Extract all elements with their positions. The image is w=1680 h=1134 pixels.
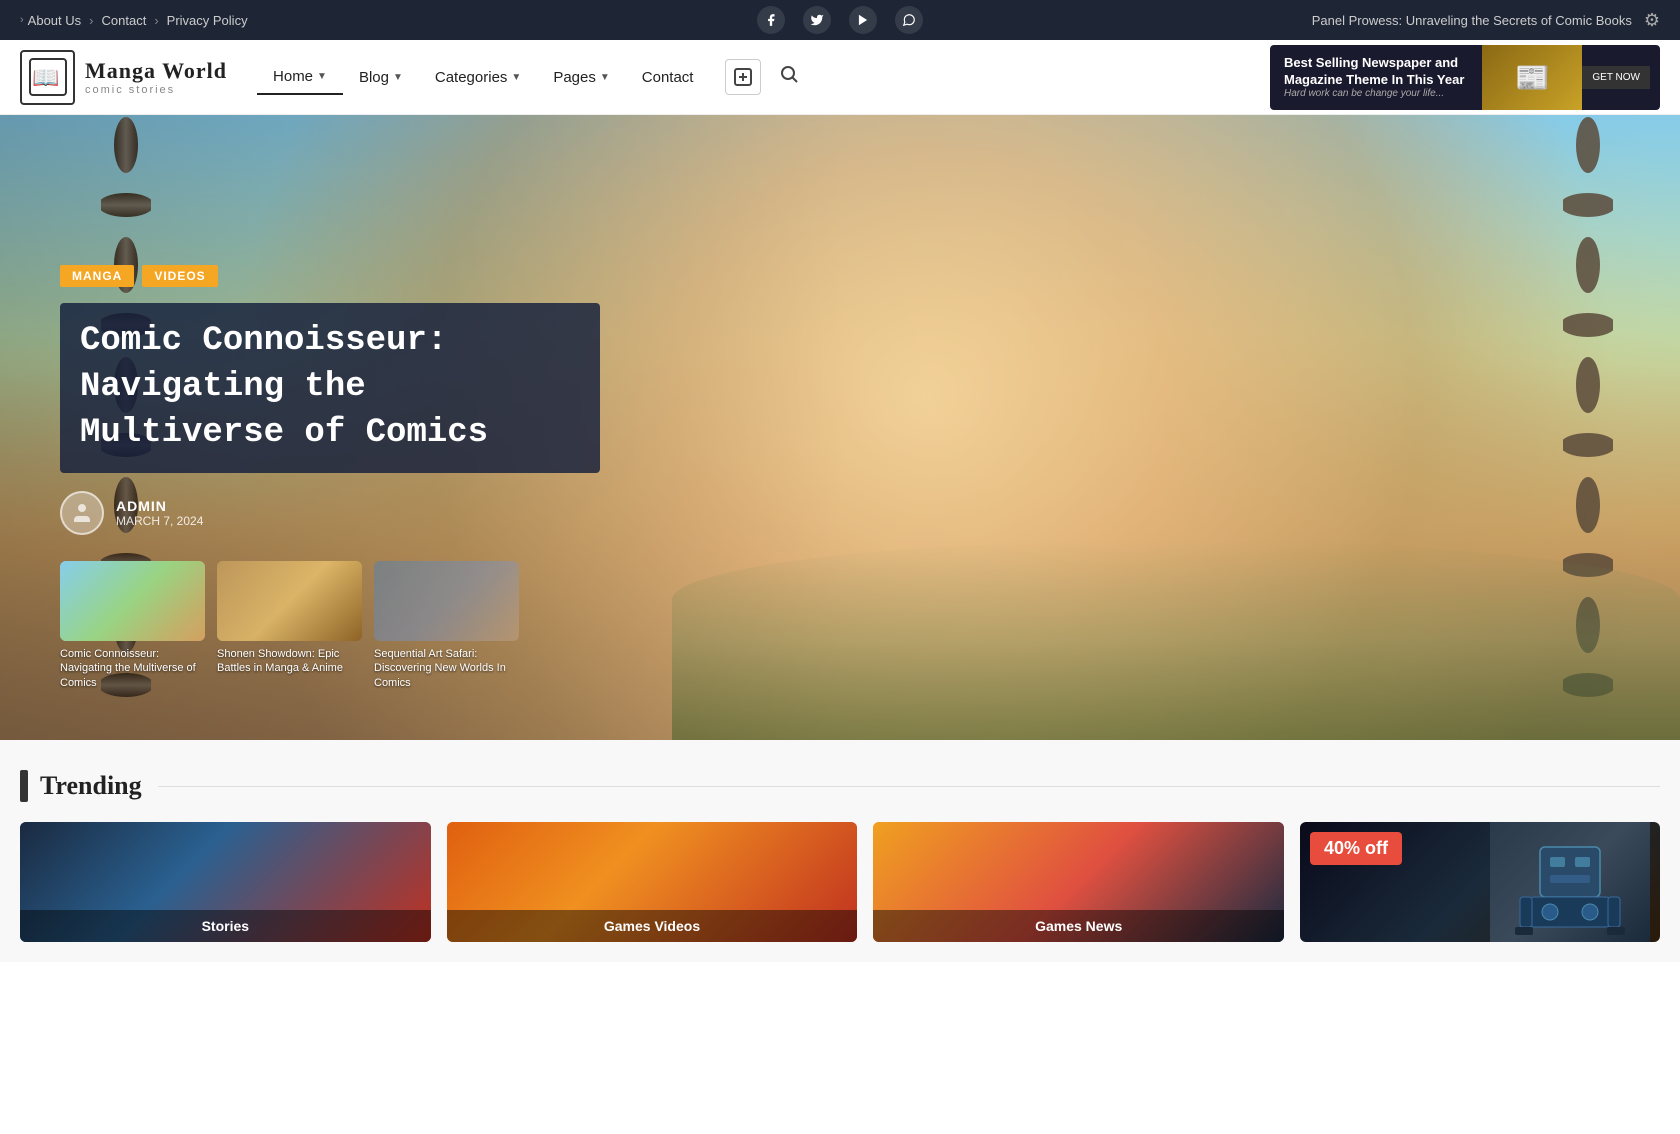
author-name: ADMIN	[116, 498, 203, 514]
nav-blog[interactable]: Blog ▼	[343, 61, 419, 94]
nav-home[interactable]: Home ▼	[257, 60, 343, 95]
card-label-games-news: Games News	[873, 910, 1284, 942]
trending-divider	[158, 786, 1660, 787]
trending-title: Trending	[40, 771, 142, 801]
hero-section: MANGA VIDEOS Comic Connoisseur: Navigati…	[0, 115, 1680, 740]
trending-content: Stories Games Videos Games News 40% off	[20, 822, 1660, 942]
twitter-link[interactable]	[803, 6, 831, 34]
header-ad-banner[interactable]: Best Selling Newspaper and Magazine Them…	[1270, 45, 1660, 110]
add-button[interactable]	[725, 59, 761, 95]
trending-header: Trending	[20, 770, 1660, 802]
pages-dropdown-arrow: ▼	[600, 72, 610, 83]
header: 📖 Manga World comic stories Home ▼ Blog …	[0, 40, 1680, 115]
tag-manga: MANGA	[60, 265, 134, 287]
trending-cards: Stories Games Videos Games News	[20, 822, 1284, 942]
ad-robot-image	[1490, 822, 1650, 942]
trending-section: Trending Stories Games Videos Games News…	[0, 740, 1680, 962]
card-label-stories: Stories	[20, 910, 431, 942]
breadcrumb: › About Us › Contact › Privacy Policy	[20, 13, 248, 28]
logo-text: Manga World comic stories	[85, 58, 227, 96]
whatsapp-link[interactable]	[895, 6, 923, 34]
thumb-caption-2: Shonen Showdown: Epic Battles in Manga &…	[217, 647, 362, 676]
ticker: Panel Prowess: Unraveling the Secrets of…	[1312, 10, 1660, 31]
thumb-caption-1: Comic Connoisseur: Navigating the Multiv…	[60, 647, 205, 690]
thumb-3[interactable]: Sequential Art Safari: Discovering New W…	[374, 561, 519, 690]
thumb-2[interactable]: Shonen Showdown: Epic Battles in Manga &…	[217, 561, 362, 690]
hero-content: MANGA VIDEOS Comic Connoisseur: Navigati…	[60, 265, 600, 535]
ad-title: Best Selling Newspaper and Magazine Them…	[1284, 55, 1468, 89]
nav-pages[interactable]: Pages ▼	[537, 61, 625, 94]
hero-tags: MANGA VIDEOS	[60, 265, 600, 287]
tag-videos: VIDEOS	[142, 265, 217, 287]
blog-dropdown-arrow: ▼	[393, 72, 403, 83]
trending-card-games-videos[interactable]: Games Videos	[447, 822, 858, 942]
sep1: ›	[89, 13, 93, 28]
trending-card-games-news[interactable]: Games News	[873, 822, 1284, 942]
ad-get-now-button[interactable]: GET NOW	[1582, 66, 1650, 89]
trending-card-stories[interactable]: Stories	[20, 822, 431, 942]
author-info: ADMIN MARCH 7, 2024	[116, 498, 203, 528]
card-label-games-videos: Games Videos	[447, 910, 858, 942]
search-button[interactable]	[779, 64, 799, 90]
ad-discount-badge: 40% off	[1310, 832, 1402, 865]
thumb-img-1	[60, 561, 205, 641]
home-dropdown-arrow: ▼	[317, 71, 327, 82]
youtube-link[interactable]	[849, 6, 877, 34]
ad-subtitle: Hard work can be change your life...	[1284, 88, 1468, 99]
breadcrumb-privacy[interactable]: Privacy Policy	[167, 13, 248, 28]
ticker-text: Panel Prowess: Unraveling the Secrets of…	[1312, 13, 1632, 28]
author-avatar	[60, 491, 104, 535]
breadcrumb-contact[interactable]: Contact	[102, 13, 147, 28]
social-links	[757, 6, 923, 34]
sep2: ›	[154, 13, 158, 28]
author-date: MARCH 7, 2024	[116, 514, 203, 528]
logo-title: Manga World	[85, 58, 227, 84]
trending-title-bar	[20, 770, 28, 802]
nav-categories[interactable]: Categories ▼	[419, 61, 537, 94]
thumb-caption-3: Sequential Art Safari: Discovering New W…	[374, 647, 519, 690]
breadcrumb-about[interactable]: About Us	[28, 13, 81, 28]
user-icon: ⚙	[1644, 10, 1660, 31]
ad-banner-image: 📰	[1482, 45, 1582, 110]
hero-author: ADMIN MARCH 7, 2024	[60, 491, 600, 535]
logo[interactable]: 📖 Manga World comic stories	[20, 50, 227, 105]
ad-banner-text: Best Selling Newspaper and Magazine Them…	[1270, 45, 1482, 110]
breadcrumb-arrow: ›	[20, 14, 24, 26]
categories-dropdown-arrow: ▼	[511, 72, 521, 83]
hero-thumbnails: Comic Connoisseur: Navigating the Multiv…	[60, 561, 519, 690]
svg-text:📖: 📖	[32, 65, 59, 90]
thumb-1[interactable]: Comic Connoisseur: Navigating the Multiv…	[60, 561, 205, 690]
facebook-link[interactable]	[757, 6, 785, 34]
top-bar: › About Us › Contact › Privacy Policy Pa…	[0, 0, 1680, 40]
trending-ad[interactable]: 40% off	[1300, 822, 1660, 942]
nav-icons	[725, 59, 799, 95]
nav-contact[interactable]: Contact	[626, 61, 710, 94]
main-nav: Home ▼ Blog ▼ Categories ▼ Pages ▼ Conta…	[257, 60, 709, 95]
logo-icon: 📖	[20, 50, 75, 105]
thumb-img-2	[217, 561, 362, 641]
hero-title: Comic Connoisseur: Navigating the Multiv…	[60, 303, 600, 473]
logo-subtitle: comic stories	[85, 84, 227, 96]
thumb-img-3	[374, 561, 519, 641]
